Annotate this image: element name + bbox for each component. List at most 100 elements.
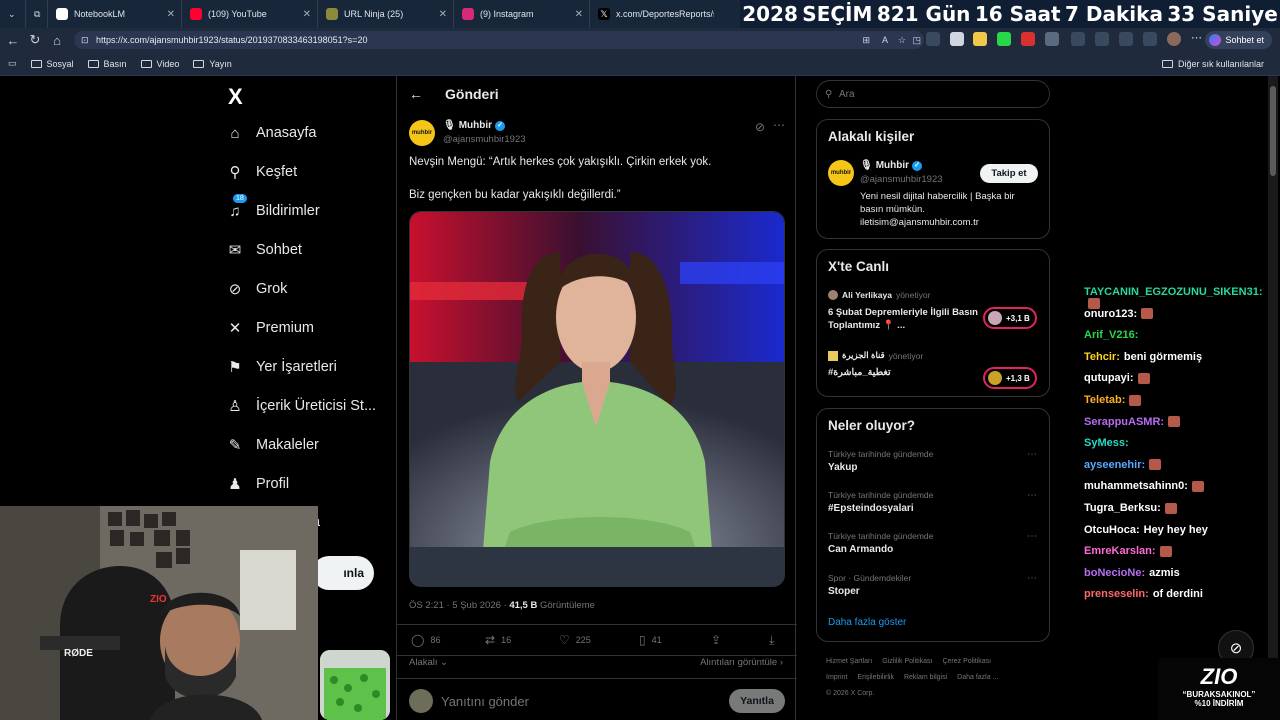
more-options-icon[interactable]: ⋯ [1027,531,1037,542]
x-logo[interactable]: X [228,84,243,110]
bookmark-folder-sosyal[interactable]: Sosyal [30,59,74,69]
relevant-handle[interactable]: @ajansmuhbir1923 [860,174,943,185]
grok-explain-icon[interactable]: ⊘ [755,120,765,134]
author-name[interactable]: 🎙 Muhbir ✓ [443,120,506,131]
home-icon[interactable]: ⌂ [46,33,68,48]
close-icon[interactable]: ✕ [575,9,583,20]
page-scrollbar[interactable] [1268,76,1278,720]
extension-icon[interactable] [973,32,987,46]
reader-icon[interactable]: ⊞ [862,35,870,46]
reply-submit-button[interactable]: Yanıtla [729,689,785,713]
jar-graphic [320,650,390,720]
like-button[interactable]: ♡ 225 [559,633,591,647]
nav-grok[interactable]: ⊘ Grok [226,280,288,298]
footer-link[interactable]: Imprint [826,674,847,681]
favorites-icon[interactable] [1095,32,1109,46]
share-button[interactable]: ⇪ [711,633,727,647]
tab-x-deportes[interactable]: 𝕏x.com/DeportesReports/sta [590,0,732,28]
card-title: Neler oluyor? [828,418,916,433]
bookmark-folder-basin[interactable]: Basın [87,59,127,69]
refresh-icon[interactable]: ↻ [24,32,46,48]
trend-name[interactable]: #Epsteindosyalari [828,503,914,514]
bookmarks-menu-icon[interactable]: ▭ [8,58,17,69]
other-bookmarks-folder[interactable]: Diğer sık kullanılanlar [1161,59,1264,69]
browser-essentials-icon[interactable] [1119,32,1133,46]
follow-button[interactable]: Takip et [980,164,1038,183]
nav-home[interactable]: ⌂ Anasayfa [226,124,316,142]
extension-icon[interactable] [950,32,964,46]
author-avatar[interactable]: muhbir [409,120,435,146]
downloads-icon[interactable] [1143,32,1157,46]
close-icon[interactable]: ✕ [439,9,447,20]
extension-icon[interactable] [926,32,940,46]
footer-link[interactable]: Erişilebilirlik [857,674,894,681]
bookmark-folder-video[interactable]: Video [140,59,179,69]
live-listeners[interactable]: +3,1 B [983,307,1037,329]
nav-notifications[interactable]: ♫ 18 Bildirimler [226,194,320,220]
download-button[interactable]: ⤓ [769,633,780,648]
view-quotes-link[interactable]: Alıntıları görüntüle › [700,657,783,668]
workspaces-button[interactable]: ⧉ [26,0,48,28]
live-title[interactable]: 6 Şubat Depremleriyle İlgili Basın Topla… [828,306,978,332]
bookmark-folder-yayin[interactable]: Yayın [193,59,232,69]
nav-profile[interactable]: ♟ Profil [226,475,289,493]
post-button[interactable]: ınla [312,556,374,590]
nav-messages[interactable]: ✉ Sohbet [226,241,302,259]
more-icon[interactable]: ⋯ [1191,32,1205,46]
tab-youtube[interactable]: (109) YouTube ✕ [182,0,318,28]
back-icon[interactable]: ← [2,33,24,48]
trend-name[interactable]: Yakup [828,462,857,473]
copilot-chat-button[interactable]: Sohbet et [1205,31,1272,49]
footer-link[interactable]: Reklam bilgisi [904,674,947,681]
post-image[interactable] [409,211,785,587]
tab-notebooklm[interactable]: NotebookLM ✕ [48,0,182,28]
footer-link[interactable]: Daha fazla ... [957,674,998,681]
relevant-avatar[interactable]: muhbir [828,160,854,186]
favorite-star-icon[interactable]: ☆ [898,35,906,46]
trend-name[interactable]: Stoper [828,586,860,597]
relevant-name[interactable]: 🎙 Muhbir ✓ [860,160,923,171]
nav-creator-studio[interactable]: ♙ İçerik Üreticisi St... [226,397,376,415]
post-timestamp[interactable]: ÖS 2:21 · 5 Şub 2026 · [409,600,507,611]
extension-icon[interactable] [997,32,1011,46]
more-options-icon[interactable]: ⋯ [1027,449,1037,460]
tab-list-button[interactable]: ⌄ [0,0,26,28]
nav-bookmarks[interactable]: ⚑ Yer İşaretleri [226,358,337,376]
more-options-icon[interactable]: ⋯ [1027,573,1037,584]
nav-premium[interactable]: ✕ Premium [226,319,314,337]
address-bar[interactable]: ⊡ https://x.com/ajansmuhbir1923/status/2… [74,31,924,49]
translate-icon[interactable]: A [882,35,888,45]
search-input[interactable]: ⚲ Ara [816,80,1050,108]
footer-link[interactable]: Gizlilik Politikası [882,658,932,665]
more-options-icon[interactable]: ⋯ [773,118,785,132]
footer-link[interactable]: Çerez Politikası [942,658,991,665]
tab-instagram[interactable]: (9) Instagram ✕ [454,0,590,28]
live-host[interactable]: قناة الجزيرة yönetiyor [828,350,923,361]
close-icon[interactable]: ✕ [303,9,311,20]
bookmark-button[interactable]: ▯ 41 [639,633,662,647]
related-sort-button[interactable]: Alakalı ⌄ [409,657,448,668]
trend-name[interactable]: Can Armando [828,544,893,555]
author-handle[interactable]: @ajansmuhbir1923 [443,134,526,145]
footer-link[interactable]: Hizmet Şartları [826,658,872,665]
nav-articles[interactable]: ✎ Makaleler [226,436,319,454]
live-title[interactable]: #تغطية_مباشرة [828,366,978,379]
close-icon[interactable]: ✕ [167,9,175,20]
copyright: © 2026 X Corp. [826,690,875,697]
repost-button[interactable]: ⇄ 16 [485,633,511,647]
nav-explore[interactable]: ⚲ Keşfet [226,163,298,181]
tab-url-ninja[interactable]: URL Ninja (25) ✕ [318,0,454,28]
profile-avatar[interactable] [1167,32,1181,46]
reply-button[interactable]: ◯ 86 [411,633,440,647]
extension-icon[interactable] [1021,32,1035,46]
reply-input[interactable]: Yanıtını gönder [441,694,529,709]
more-options-icon[interactable]: ⋯ [1027,490,1037,501]
show-more-link[interactable]: Daha fazla göster [828,617,906,628]
copilot-icon[interactable]: ◳ [912,35,921,46]
extensions-puzzle-icon[interactable] [1045,32,1059,46]
scrollbar-thumb[interactable] [1270,86,1276,176]
live-listeners[interactable]: +1,3 B [983,367,1037,389]
split-screen-icon[interactable] [1071,32,1085,46]
back-arrow-icon[interactable]: ← [409,86,423,102]
live-host[interactable]: Ali Yerlikaya yönetiyor [828,290,930,300]
